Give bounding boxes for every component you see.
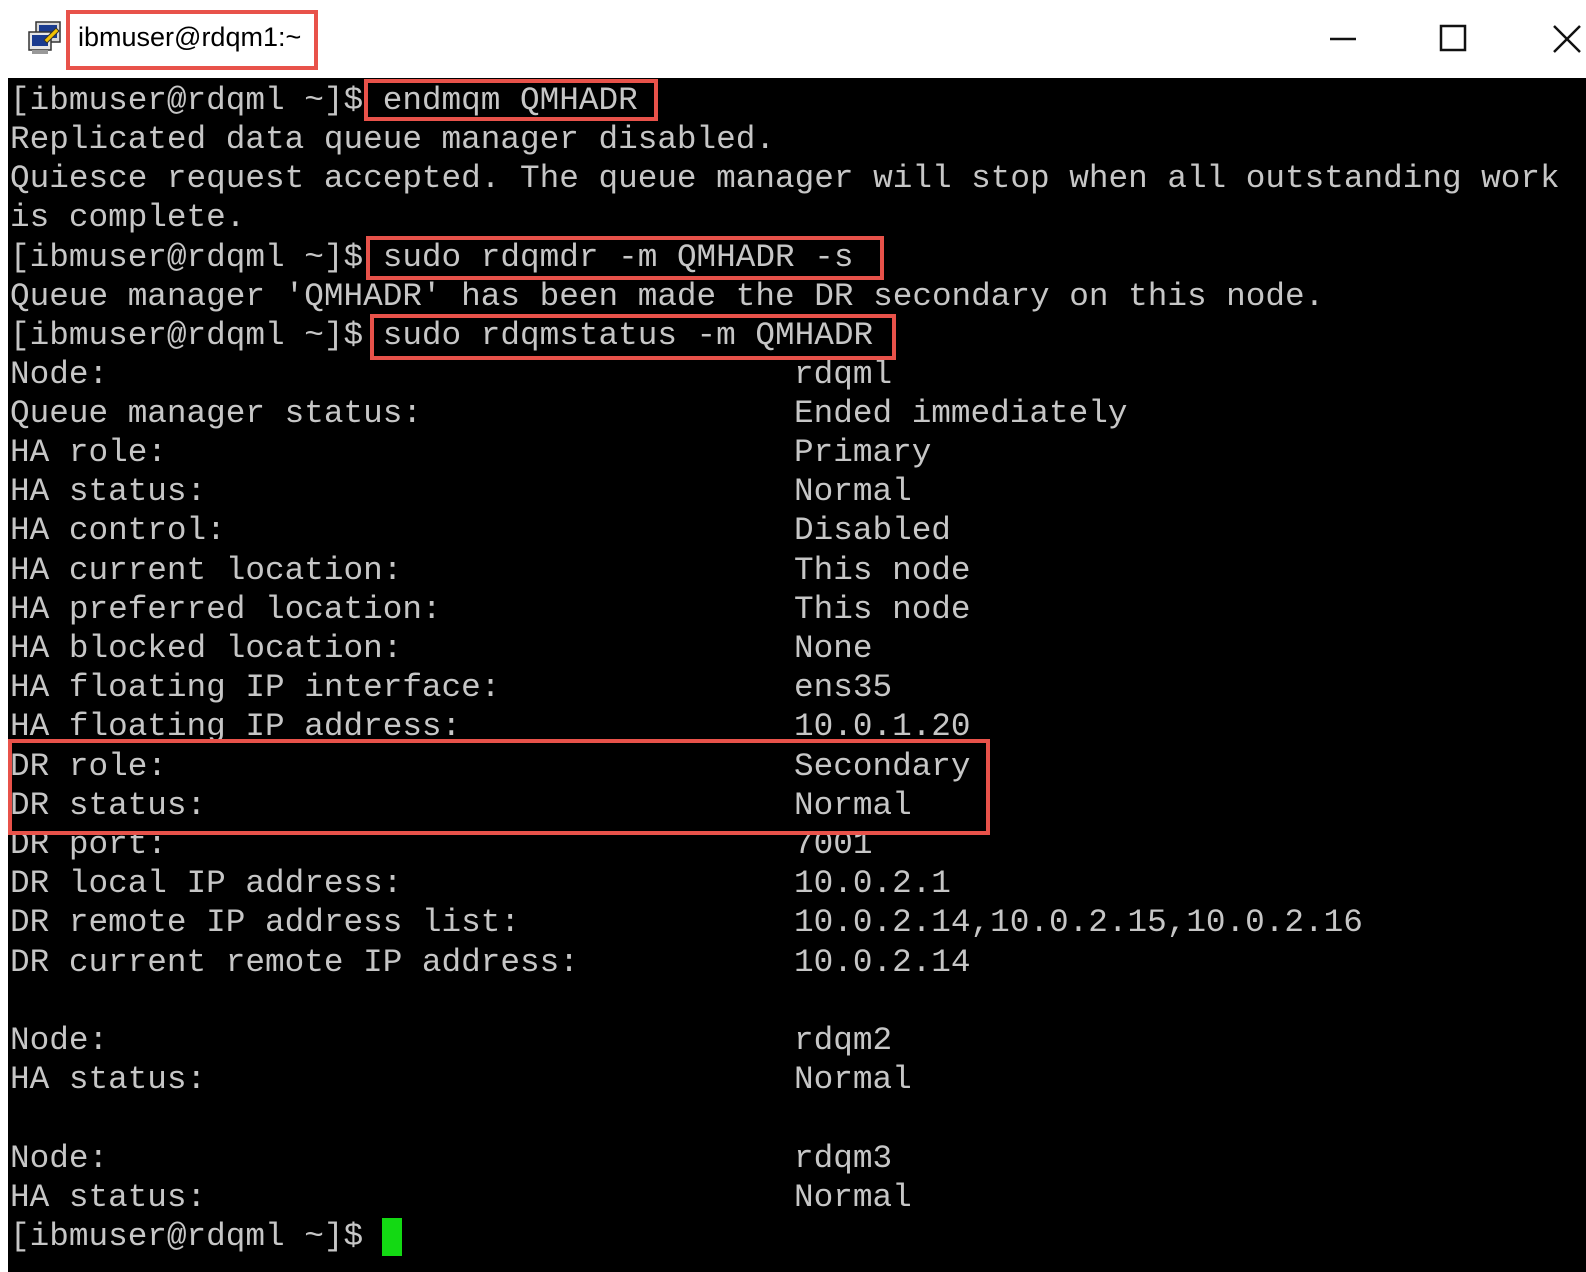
status-label: HA preferred location: <box>10 591 442 628</box>
output-line: Quiesce request accepted. The queue mana… <box>10 160 1560 197</box>
status-label: HA current location: <box>10 552 403 589</box>
status-label: HA control: <box>10 512 226 549</box>
minimize-icon[interactable] <box>1318 14 1378 64</box>
maximize-icon[interactable] <box>1424 14 1484 64</box>
text-cursor <box>382 1218 402 1256</box>
status-value: Primary <box>794 434 932 471</box>
status-value: Ended immediately <box>794 395 1128 432</box>
status-label: Node: <box>10 1022 109 1059</box>
status-value: rdqm2 <box>794 1022 893 1059</box>
status-value: 10.0.2.14,10.0.2.15,10.0.2.16 <box>794 904 1363 941</box>
status-label: HA floating IP address: <box>10 708 462 745</box>
status-value: Disabled <box>794 512 951 549</box>
status-label-dr-status: DR status: <box>10 787 207 824</box>
status-value: 10.0.1.20 <box>794 708 971 745</box>
status-label: Queue manager status: <box>10 395 422 432</box>
output-line: Queue manager 'QMHADR' has been made the… <box>10 278 1325 315</box>
status-label: DR local IP address: <box>10 865 403 902</box>
command-rdqmdr: sudo rdqmdr -m QMHADR -s <box>382 239 854 276</box>
status-label: HA status: <box>10 1061 207 1098</box>
window-title: ibmuser@rdqm1:~ <box>78 22 302 52</box>
status-value-dr-status: Normal <box>794 787 912 824</box>
status-value: rdqml <box>794 356 893 393</box>
shell-prompt: [ibmuser@rdqml ~]$ <box>10 82 383 119</box>
terminal-window[interactable]: [ibmuser@rdqml ~]$ endmqm QMHADR Replica… <box>8 78 1586 1272</box>
output-line: is complete. <box>10 199 246 236</box>
status-value: None <box>794 630 873 667</box>
close-icon[interactable] <box>1530 14 1586 64</box>
command-line-2: [ibmuser@rdqml ~]$ sudo rdqmdr -m QMHADR… <box>10 238 853 277</box>
status-label: HA blocked location: <box>10 630 403 667</box>
putty-terminal-icon <box>28 21 61 54</box>
status-label: HA status: <box>10 1179 207 1216</box>
status-label: HA floating IP interface: <box>10 669 501 706</box>
status-value: 10.0.2.14 <box>794 944 971 981</box>
status-value: rdqm3 <box>794 1140 893 1177</box>
status-label: DR remote IP address list: <box>10 904 521 941</box>
status-value: Normal <box>794 1179 912 1216</box>
status-label: DR current remote IP address: <box>10 944 579 981</box>
status-value: Normal <box>794 1061 912 1098</box>
command-rdqmstatus: sudo rdqmstatus -m QMHADR <box>382 317 874 354</box>
status-label: Node: <box>10 1140 109 1177</box>
shell-prompt: [ibmuser@rdqml ~]$ <box>10 317 383 354</box>
status-label: HA status: <box>10 473 207 510</box>
status-value-dr-role: Secondary <box>794 748 971 785</box>
status-label-dr-role: DR role: <box>10 748 167 785</box>
status-value: This node <box>794 552 971 589</box>
command-endmqm: endmqm QMHADR <box>382 82 638 119</box>
status-value: This node <box>794 591 971 628</box>
status-value: Normal <box>794 473 912 510</box>
final-prompt[interactable]: [ibmuser@rdqml ~]$ <box>10 1217 383 1256</box>
status-value: ens35 <box>794 669 893 706</box>
command-line-3: [ibmuser@rdqml ~]$ sudo rdqmstatus -m QM… <box>10 316 873 355</box>
status-value: 7001 <box>794 826 873 863</box>
output-line: Replicated data queue manager disabled. <box>10 121 776 158</box>
status-label: DR port: <box>10 826 167 863</box>
status-value: 10.0.2.1 <box>794 865 951 902</box>
status-label: Node: <box>10 356 109 393</box>
command-line-1: [ibmuser@rdqml ~]$ endmqm QMHADR <box>10 81 638 120</box>
title-bar[interactable]: ibmuser@rdqm1:~ <box>0 0 1586 78</box>
status-label: HA role: <box>10 434 167 471</box>
shell-prompt: [ibmuser@rdqml ~]$ <box>10 239 383 276</box>
